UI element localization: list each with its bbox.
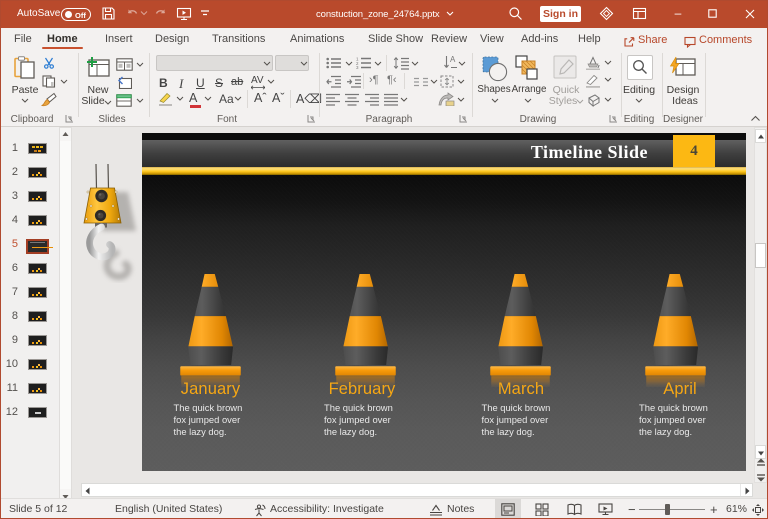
svg-text:A: A — [450, 55, 456, 64]
svg-text:3: 3 — [356, 65, 359, 69]
